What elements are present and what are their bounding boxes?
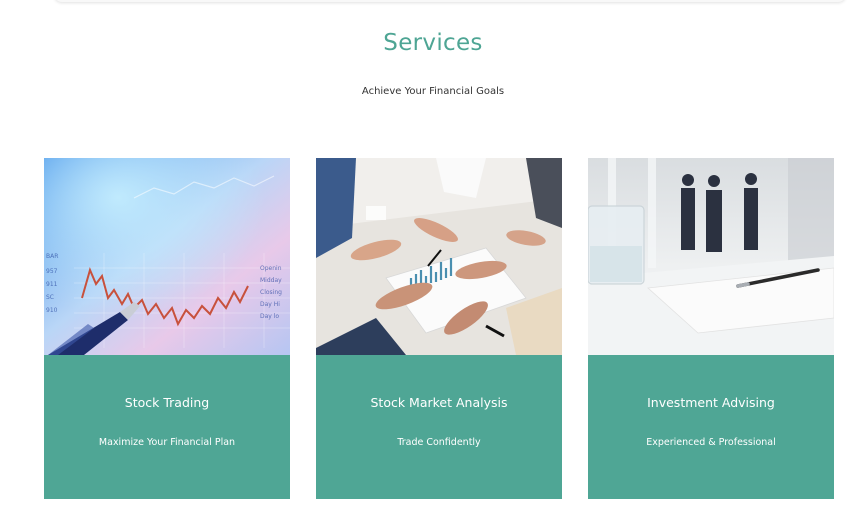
svg-text:Day Hi: Day Hi (260, 301, 280, 308)
svg-text:911: 911 (46, 281, 58, 288)
svg-text:957: 957 (46, 268, 58, 275)
svg-text:Midday: Midday (260, 277, 282, 284)
office-meeting-photo (588, 158, 834, 355)
card-title[interactable]: Stock Trading (44, 395, 290, 410)
card-subtitle: Experienced & Professional (646, 437, 776, 448)
service-card-investment-advising[interactable]: Investment Advising Experienced & Profes… (588, 158, 834, 499)
svg-text:910: 910 (46, 307, 58, 314)
card-title[interactable]: Investment Advising (588, 395, 834, 410)
team-analysis-photo (316, 158, 562, 355)
svg-text:SC: SC (46, 294, 54, 301)
card-title[interactable]: Stock Market Analysis (316, 395, 562, 410)
service-card-stock-market-analysis[interactable]: Stock Market Analysis Trade Confidently (316, 158, 562, 499)
top-nav-bar-edge (54, 0, 846, 2)
card-panel: Stock Market Analysis Trade Confidently (316, 355, 562, 499)
svg-text:Day lo: Day lo (260, 313, 279, 320)
card-subtitle: Maximize Your Financial Plan (98, 437, 236, 448)
service-card-stock-trading[interactable]: BAR 957 911 SC 910 Openin Midday Closing… (44, 158, 290, 499)
section-title: Services (383, 30, 483, 56)
svg-text:BAR: BAR (46, 253, 58, 260)
svg-text:Openin: Openin (260, 265, 282, 272)
stock-chart-photo: BAR 957 911 SC 910 Openin Midday Closing… (44, 158, 290, 355)
card-panel: Stock Trading Maximize Your Financial Pl… (44, 355, 290, 499)
card-panel: Investment Advising Experienced & Profes… (588, 355, 834, 499)
card-subtitle: Trade Confidently (397, 437, 481, 448)
section-subtitle: Achieve Your Financial Goals (361, 86, 505, 97)
svg-text:Closing: Closing (260, 289, 282, 296)
